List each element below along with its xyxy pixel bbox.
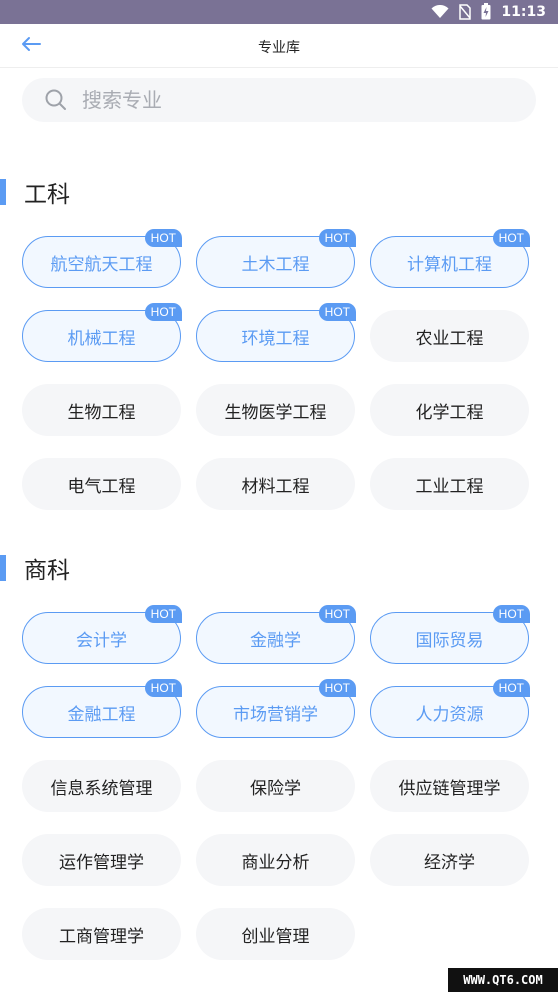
page-title: 专业库 — [258, 40, 300, 56]
major-chip[interactable]: 电气工程 — [22, 458, 181, 510]
major-chip[interactable]: 金融学 HOT — [196, 605, 356, 664]
major-label: 土木工程 — [241, 254, 310, 275]
search-input[interactable] — [82, 88, 482, 112]
major-chip[interactable]: 人力资源 HOT — [370, 679, 530, 738]
major-chip[interactable]: 计算机工程 HOT — [370, 229, 530, 288]
section-title: 工科 — [24, 182, 70, 208]
search-icon — [44, 88, 68, 112]
hot-badge: HOT — [318, 229, 356, 247]
hot-badge: HOT — [144, 605, 182, 623]
hot-badge: HOT — [492, 605, 530, 623]
major-chip[interactable]: 环境工程 HOT — [196, 303, 356, 362]
hot-badge: HOT — [144, 229, 182, 247]
major-chip[interactable]: 工业工程 — [370, 458, 529, 510]
major-label: 机械工程 — [67, 328, 136, 349]
major-chip[interactable]: 工商管理学 — [22, 908, 181, 960]
major-chip[interactable]: 国际贸易 HOT — [370, 605, 530, 664]
major-chip[interactable]: 商业分析 — [196, 834, 355, 886]
major-label: 会计学 — [76, 630, 127, 651]
major-label: 金融学 — [250, 630, 301, 651]
status-time: 11:13 — [501, 3, 546, 20]
section-header-engineering: 工科 — [0, 177, 70, 208]
major-label: 创业管理 — [241, 926, 310, 947]
major-label: 航空航天工程 — [50, 254, 153, 275]
major-chip[interactable]: 航空航天工程 HOT — [22, 229, 182, 288]
major-label: 信息系统管理 — [50, 778, 153, 799]
major-chip[interactable]: 金融工程 HOT — [22, 679, 182, 738]
section-accent-bar — [0, 555, 6, 581]
major-label: 材料工程 — [241, 476, 310, 497]
hot-badge: HOT — [318, 303, 356, 321]
major-label: 环境工程 — [241, 328, 310, 349]
section-title: 商科 — [24, 558, 70, 584]
major-chip[interactable]: 材料工程 — [196, 458, 355, 510]
status-bar: 11:13 — [0, 0, 558, 24]
major-chip[interactable]: 供应链管理学 — [370, 760, 529, 812]
major-label: 经济学 — [424, 852, 475, 873]
section-accent-bar — [0, 179, 6, 205]
major-chip[interactable]: 保险学 — [196, 760, 355, 812]
major-chip[interactable]: 会计学 HOT — [22, 605, 182, 664]
major-chip[interactable]: 生物工程 — [22, 384, 181, 436]
battery-icon — [481, 3, 491, 20]
major-label: 保险学 — [250, 778, 301, 799]
major-label: 生物工程 — [67, 402, 136, 423]
major-label: 金融工程 — [67, 704, 136, 725]
major-chip[interactable]: 运作管理学 — [22, 834, 181, 886]
hot-badge: HOT — [144, 303, 182, 321]
no-sim-icon — [459, 3, 472, 20]
app-header: 专业库 — [0, 24, 558, 68]
major-grid-engineering: 航空航天工程 HOT 土木工程 HOT 计算机工程 HOT 机械工程 HOT 环境工程 HOT 农业… — [22, 229, 536, 510]
hot-badge: HOT — [144, 679, 182, 697]
major-label: 运作管理学 — [59, 852, 144, 873]
major-chip[interactable]: 创业管理 — [196, 908, 355, 960]
search-bar[interactable] — [22, 78, 536, 122]
hot-badge: HOT — [492, 229, 530, 247]
watermark: WWW.QT6.COM — [448, 968, 558, 992]
major-chip[interactable]: 机械工程 HOT — [22, 303, 182, 362]
major-label: 电气工程 — [67, 476, 136, 497]
major-label: 市场营销学 — [233, 704, 318, 725]
major-label: 化学工程 — [415, 402, 484, 423]
major-label: 商业分析 — [241, 852, 310, 873]
section-header-business: 商科 — [0, 553, 70, 584]
major-chip[interactable]: 市场营销学 HOT — [196, 679, 356, 738]
major-label: 工业工程 — [415, 476, 484, 497]
major-label: 供应链管理学 — [398, 778, 501, 799]
wifi-icon — [431, 4, 449, 19]
major-chip[interactable]: 信息系统管理 — [22, 760, 181, 812]
major-chip[interactable]: 土木工程 HOT — [196, 229, 356, 288]
major-chip[interactable]: 生物医学工程 — [196, 384, 355, 436]
major-chip[interactable]: 化学工程 — [370, 384, 529, 436]
hot-badge: HOT — [318, 679, 356, 697]
major-label: 计算机工程 — [407, 254, 492, 275]
major-label: 农业工程 — [415, 328, 484, 349]
major-chip[interactable]: 农业工程 — [370, 310, 529, 362]
major-label: 国际贸易 — [415, 630, 484, 651]
major-grid-business: 会计学 HOT 金融学 HOT 国际贸易 HOT 金融工程 HOT 市场营销学 HOT 人力资源 HO… — [22, 605, 536, 960]
major-label: 工商管理学 — [59, 926, 144, 947]
hot-badge: HOT — [492, 679, 530, 697]
major-chip[interactable]: 经济学 — [370, 834, 529, 886]
hot-badge: HOT — [318, 605, 356, 623]
major-label: 生物医学工程 — [224, 402, 327, 423]
major-label: 人力资源 — [415, 704, 484, 725]
